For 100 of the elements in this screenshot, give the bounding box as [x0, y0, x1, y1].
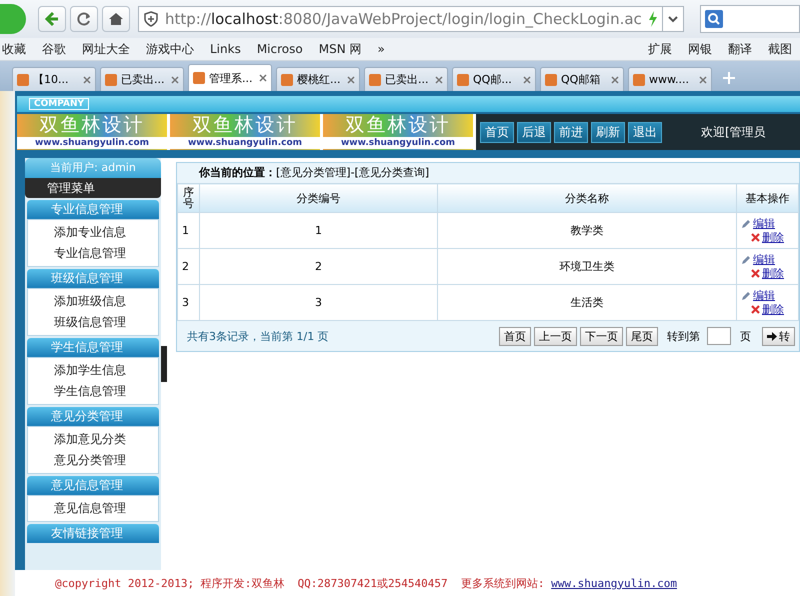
nav-button[interactable]: 刷新: [591, 122, 625, 142]
logo-banner: 双鱼林设计 www.shuangyulin.com: [323, 114, 476, 150]
home-button[interactable]: [102, 6, 130, 32]
bookmark-link[interactable]: 收藏: [2, 40, 26, 58]
delete-icon: [751, 233, 760, 242]
delete-icon: [751, 269, 760, 278]
current-user-label: 当前用户: admin: [25, 158, 161, 178]
address-field[interactable]: http://localhost:8080/JavaWebProject/login/login_CheckLogin.ac: [138, 6, 663, 32]
action-link[interactable]: 删除: [762, 230, 784, 244]
close-icon[interactable]: [347, 76, 355, 84]
browser-tab[interactable]: 已卖出...: [100, 67, 184, 91]
goto-label: 转到第: [667, 328, 700, 344]
menu-item[interactable]: 添加班级信息: [28, 291, 158, 312]
table-cell: 3: [178, 284, 200, 320]
column-header: 序号: [178, 184, 200, 212]
nav-button[interactable]: 退出: [628, 122, 662, 142]
home-icon: [108, 11, 124, 27]
table-cell: 1: [178, 212, 200, 248]
pager-button[interactable]: 尾页: [626, 326, 658, 346]
bookmark-link[interactable]: »: [377, 42, 385, 56]
search-icon: [704, 10, 723, 28]
toolbar-menu[interactable]: 翻译: [728, 40, 752, 58]
column-header: 分类名称: [438, 184, 736, 212]
close-icon[interactable]: [523, 76, 531, 84]
table-cell: 2: [200, 248, 438, 284]
bookmark-link[interactable]: Links: [210, 42, 241, 56]
browser-tab[interactable]: QQ邮...: [452, 67, 536, 91]
pencil-icon: [741, 254, 751, 264]
action-link[interactable]: 编辑: [753, 288, 775, 302]
column-header: 基本操作: [736, 184, 798, 212]
search-field[interactable]: [700, 5, 800, 33]
nav-button[interactable]: 前进: [554, 122, 588, 142]
pager-button[interactable]: 下一页: [580, 326, 623, 346]
toolbar-menu[interactable]: 截图: [768, 40, 792, 58]
refresh-icon: [76, 11, 92, 27]
record-summary: 共有3条记录，当前第 1/1 页: [187, 328, 329, 344]
close-icon[interactable]: [611, 76, 619, 84]
logo-banner: 双鱼林设计 www.shuangyulin.com: [17, 114, 170, 150]
close-icon[interactable]: [83, 76, 91, 84]
logo-banner: 双鱼林设计 www.shuangyulin.com: [170, 114, 323, 150]
table-cell: 3: [200, 284, 438, 320]
go-button[interactable]: 转: [762, 326, 795, 346]
table-cell: 生活类: [438, 284, 736, 320]
lightning-icon: [648, 11, 658, 27]
bookmark-link[interactable]: 网址大全: [82, 40, 130, 58]
menu-title: 管理菜单: [25, 178, 161, 198]
chevron-down-icon: [668, 15, 678, 23]
menu-item[interactable]: 添加专业信息: [28, 222, 158, 243]
nav-button[interactable]: 后退: [517, 122, 551, 142]
browser-tab[interactable]: 管理系...: [188, 64, 272, 91]
arrow-right-icon: [767, 332, 777, 340]
welcome-text: 欢迎[管理员: [701, 124, 766, 140]
toolbar-menu[interactable]: 扩展: [648, 40, 672, 58]
dropdown-button[interactable]: [662, 6, 684, 32]
close-icon[interactable]: [435, 76, 443, 84]
pager-button[interactable]: 上一页: [534, 326, 577, 346]
page-unit: 页: [740, 328, 751, 344]
close-icon[interactable]: [259, 74, 267, 82]
menu-item[interactable]: 添加学生信息: [28, 360, 158, 381]
shield-icon: [143, 11, 159, 27]
website-link[interactable]: www.shuangyulin.com: [551, 576, 677, 590]
action-link[interactable]: 编辑: [753, 216, 775, 230]
bookmark-link[interactable]: 谷歌: [42, 40, 66, 58]
table-cell: 1: [200, 212, 438, 248]
pencil-icon: [741, 290, 751, 300]
refresh-button[interactable]: [70, 6, 98, 32]
new-tab-icon[interactable]: [722, 71, 736, 85]
collapse-handle[interactable]: [161, 346, 167, 382]
menu-item[interactable]: 学生信息管理: [28, 381, 158, 402]
company-label: COMPANY: [29, 98, 89, 110]
browser-tab[interactable]: 樱桃红...: [276, 67, 360, 91]
table-cell: 环境卫生类: [438, 248, 736, 284]
table-cell: 2: [178, 248, 200, 284]
back-button[interactable]: [38, 6, 66, 32]
browser-logo-icon: [0, 4, 26, 34]
browser-tab[interactable]: www....: [628, 67, 712, 91]
action-link[interactable]: 编辑: [753, 252, 775, 266]
browser-tab[interactable]: QQ邮箱: [540, 67, 624, 91]
menu-item[interactable]: 添加意见分类: [28, 429, 158, 450]
bookmark-link[interactable]: Microso: [256, 42, 303, 56]
bookmark-link[interactable]: MSN 网: [318, 40, 362, 58]
toolbar-menu[interactable]: 网银: [688, 40, 712, 58]
action-link[interactable]: 删除: [762, 266, 784, 280]
delete-icon: [751, 305, 760, 314]
nav-button[interactable]: 首页: [480, 122, 514, 142]
table-cell: 教学类: [438, 212, 736, 248]
close-icon[interactable]: [699, 76, 707, 84]
pager-button[interactable]: 首页: [499, 326, 531, 346]
bookmark-link[interactable]: 游戏中心: [146, 40, 194, 58]
menu-item[interactable]: 班级信息管理: [28, 312, 158, 333]
pencil-icon: [741, 218, 751, 228]
close-icon[interactable]: [171, 76, 179, 84]
column-header: 分类编号: [200, 184, 438, 212]
action-link[interactable]: 删除: [762, 302, 784, 316]
page-input[interactable]: [707, 327, 731, 345]
breadcrumb: 你当前的位置：[意见分类管理]-[意见分类查询]: [198, 165, 430, 181]
menu-item[interactable]: 意见分类管理: [28, 450, 158, 471]
browser-tab[interactable]: 已卖出...: [364, 67, 448, 91]
browser-tab[interactable]: 【10...: [12, 67, 96, 91]
menu-item[interactable]: 专业信息管理: [28, 243, 158, 264]
